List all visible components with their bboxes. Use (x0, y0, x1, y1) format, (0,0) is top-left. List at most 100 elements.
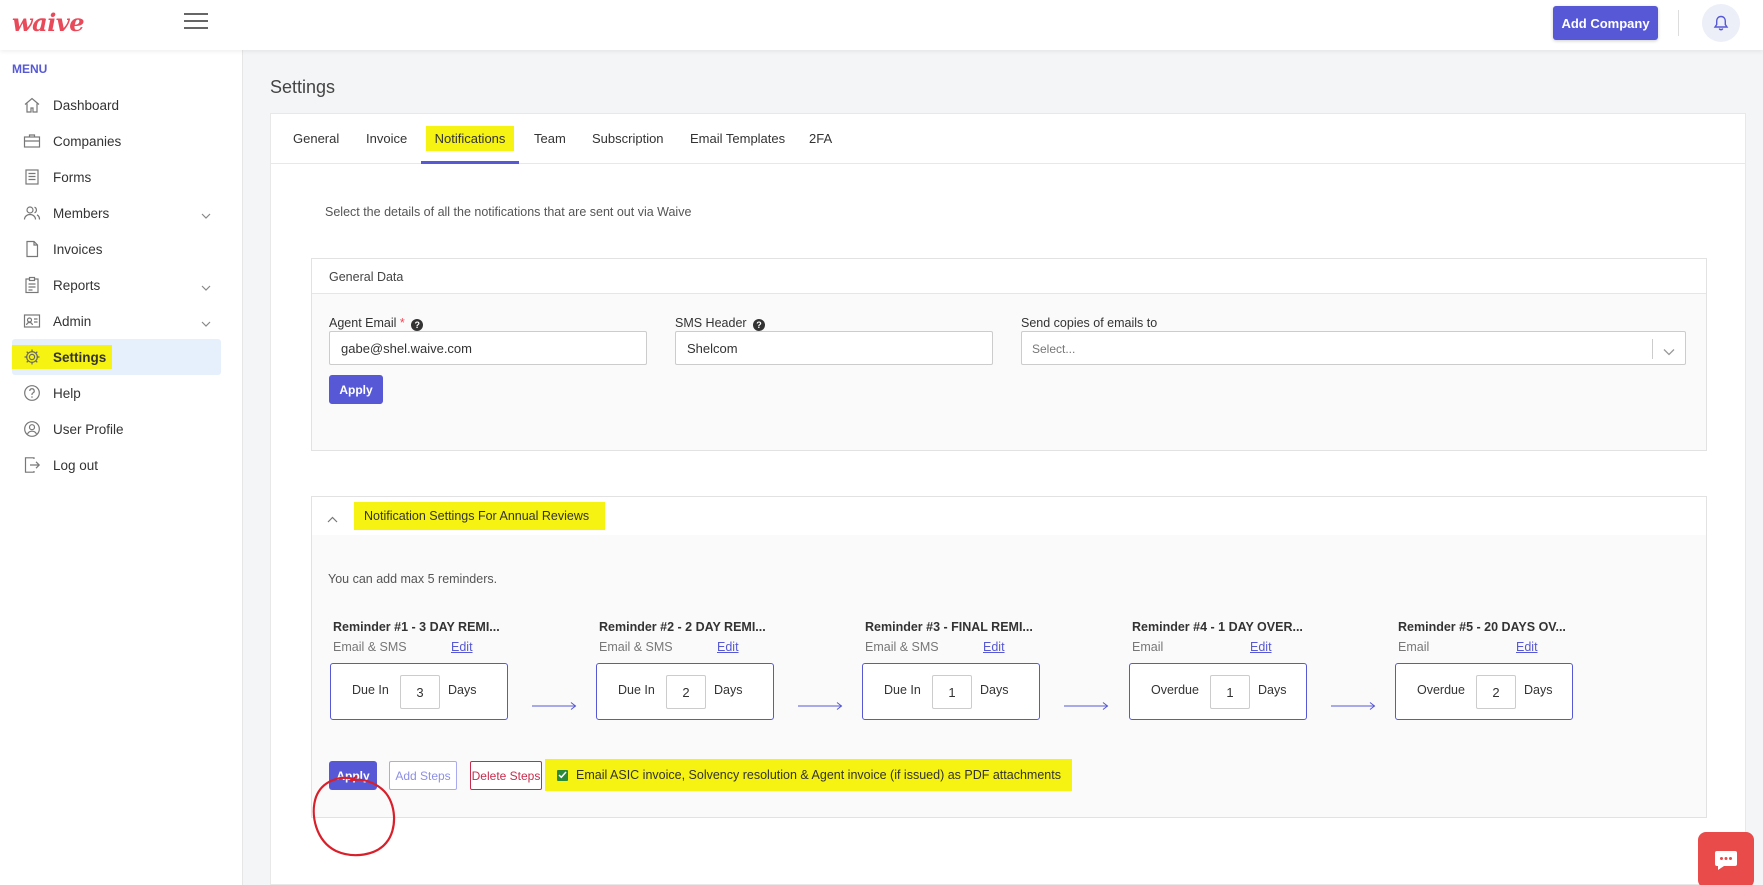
tab-general[interactable]: General (293, 114, 339, 164)
label-text: SMS Header (675, 316, 747, 330)
divider (1678, 10, 1679, 36)
reminder-edit-link[interactable]: Edit (1250, 640, 1272, 654)
reminder-mode: Overdue (1417, 683, 1465, 697)
sidebar-item-label: Forms (53, 169, 92, 185)
arrow-right-icon (532, 702, 577, 710)
waive-logo[interactable]: waive (12, 8, 85, 37)
reminder-edit-link[interactable]: Edit (1516, 640, 1538, 654)
help-circle-icon (22, 383, 42, 403)
general-apply-button[interactable]: Apply (329, 375, 383, 404)
chevron-down-icon (201, 279, 211, 294)
reminder-channel: Email (1132, 640, 1164, 654)
sidebar-item-label: Dashboard (53, 97, 120, 113)
question-circle-icon[interactable]: ? (411, 319, 424, 331)
sidebar: MENU Dashboard Companies Forms Members I… (0, 50, 243, 885)
reminder-days-input[interactable]: 1 (1210, 675, 1250, 709)
chevron-up-icon[interactable] (327, 510, 338, 526)
reminder-card: Reminder #3 - FINAL REMI... Email & SMS … (862, 620, 1040, 720)
reminder-unit: Days (1258, 683, 1287, 697)
notifications-description: Select the details of all the notificati… (325, 205, 692, 219)
reminder-subline: Email & SMS Edit (865, 640, 1040, 660)
user-icon (22, 419, 42, 439)
reminder-channel: Email & SMS (599, 640, 673, 654)
add-company-button[interactable]: Add Company (1553, 6, 1658, 40)
sidebar-item-label: Log out (53, 457, 99, 473)
reminder-channel: Email (1398, 640, 1430, 654)
sidebar-item-label: Admin (53, 313, 92, 329)
id-card-icon (22, 311, 42, 331)
arrow-right-icon (1064, 702, 1109, 710)
notifications-bell-icon[interactable] (1702, 4, 1740, 42)
sidebar-item-user-profile[interactable]: User Profile (12, 411, 221, 447)
sidebar-item-dashboard[interactable]: Dashboard (12, 87, 221, 123)
reminder-days-input[interactable]: 3 (400, 675, 440, 709)
file-icon (22, 239, 42, 259)
users-icon (22, 203, 42, 223)
arrow-right-icon (798, 702, 843, 710)
reminder-channel: Email & SMS (333, 640, 407, 654)
tab-2fa[interactable]: 2FA (809, 114, 832, 164)
settings-highlight: Settings (12, 345, 113, 369)
reminder-mode: Due In (618, 683, 655, 697)
agent-email-input[interactable] (329, 331, 647, 365)
annual-reviews-title: Notification Settings For Annual Reviews (354, 502, 606, 530)
panel-title: General Data (329, 270, 404, 284)
panel-header: General Data (312, 259, 1706, 294)
hamburger-menu-icon[interactable] (184, 13, 208, 31)
sidebar-item-label: Companies (53, 133, 122, 149)
page-title: Settings (270, 77, 336, 97)
chat-widget-icon[interactable] (1698, 832, 1754, 885)
tab-notifications[interactable]: Notifications (421, 114, 519, 164)
sidebar-item-help[interactable]: Help (12, 375, 221, 411)
tab-invoice[interactable]: Invoice (366, 114, 407, 164)
tab-email-templates[interactable]: Email Templates (690, 114, 785, 164)
reminder-days-input[interactable]: 2 (1476, 675, 1516, 709)
sidebar-item-label: Reports (53, 277, 101, 293)
reminder-title: Reminder #1 - 3 DAY REMI... (333, 620, 500, 634)
reminder-unit: Days (980, 683, 1009, 697)
reminder-timing-box: Due In 3 Days (330, 663, 508, 720)
home-icon (22, 95, 42, 115)
max-reminders-note: You can add max 5 reminders. (328, 572, 498, 586)
sidebar-item-label: Members (53, 205, 110, 221)
reminder-card: Reminder #5 - 20 DAYS OV... Email Edit O… (1395, 620, 1573, 720)
tab-subscription[interactable]: Subscription (592, 114, 664, 164)
sidebar-item-forms[interactable]: Forms (12, 159, 221, 195)
menu-title: MENU (12, 62, 48, 76)
sidebar-item-invoices[interactable]: Invoices (12, 231, 221, 267)
question-circle-icon[interactable]: ? (753, 319, 766, 331)
delete-steps-button[interactable]: Delete Steps (470, 761, 542, 790)
reminder-card: Reminder #2 - 2 DAY REMI... Email & SMS … (596, 620, 774, 720)
arrow-right-icon (1331, 702, 1376, 710)
sms-header-label: SMS Header ? (675, 316, 766, 331)
logout-icon (22, 455, 42, 475)
sidebar-item-label: User Profile (53, 421, 124, 437)
general-data-panel: General Data Agent Email * ? SMS Header … (311, 258, 1707, 451)
annual-reviews-header[interactable]: Notification Settings For Annual Reviews (312, 497, 1706, 535)
checkbox-checked-icon[interactable] (557, 769, 568, 781)
sidebar-item-admin[interactable]: Admin (12, 303, 221, 339)
reminder-days-input[interactable]: 1 (932, 675, 972, 709)
chevron-down-icon[interactable] (1663, 343, 1675, 359)
reminder-edit-link[interactable]: Edit (717, 640, 739, 654)
reminder-timing-box: Due In 2 Days (596, 663, 774, 720)
reminder-edit-link[interactable]: Edit (451, 640, 473, 654)
sidebar-item-members[interactable]: Members (12, 195, 221, 231)
pdf-attachments-label: Email ASIC invoice, Solvency resolution … (576, 768, 1061, 782)
reminder-title: Reminder #2 - 2 DAY REMI... (599, 620, 766, 634)
sidebar-item-log-out[interactable]: Log out (12, 447, 221, 483)
sidebar-item-companies[interactable]: Companies (12, 123, 221, 159)
reminder-unit: Days (448, 683, 477, 697)
reminder-timing-box: Due In 1 Days (862, 663, 1040, 720)
pdf-attachments-option[interactable]: Email ASIC invoice, Solvency resolution … (545, 759, 1072, 791)
tab-team[interactable]: Team (534, 114, 566, 164)
sidebar-item-label: Settings (49, 347, 111, 367)
sidebar-item-reports[interactable]: Reports (12, 267, 221, 303)
document-icon (22, 167, 42, 187)
send-copies-select[interactable]: Select... (1021, 331, 1686, 365)
settings-tabs: General Invoice Notifications Team Subsc… (271, 114, 1745, 164)
reminder-edit-link[interactable]: Edit (983, 640, 1005, 654)
reminder-days-input[interactable]: 2 (666, 675, 706, 709)
sms-header-input[interactable] (675, 331, 993, 365)
sidebar-item-settings[interactable]: Settings (12, 339, 221, 375)
